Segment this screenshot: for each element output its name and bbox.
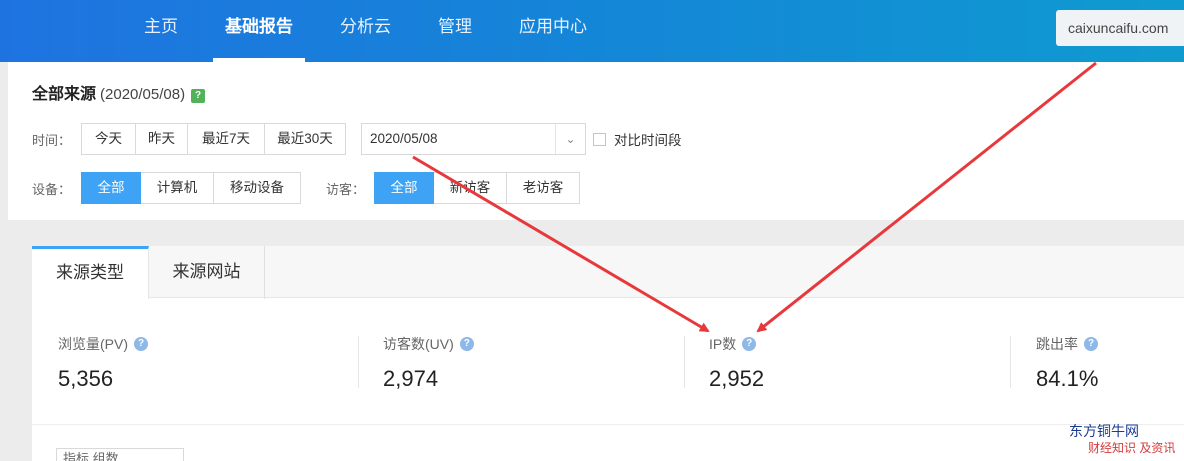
tabs-bar: 来源类型 来源网站 (32, 246, 1184, 299)
metric-uv-label: 访客数(UV) (383, 336, 454, 352)
device-label: 设备： (32, 182, 72, 197)
date-value: 2020/05/08 (370, 131, 438, 146)
metric-bounce-value: 84.1% (1036, 366, 1099, 391)
watermark-title: 东方铜牛网 (1069, 423, 1139, 439)
tab-source-type[interactable]: 来源类型 (32, 246, 149, 299)
metric-bounce: 跳出率? 84.1% (1036, 334, 1098, 392)
help-icon[interactable]: ? (1084, 337, 1098, 351)
device-all-button[interactable]: 全部 (81, 172, 141, 204)
chevron-down-icon[interactable]: ⌄ (555, 124, 585, 154)
device-group: 全部 计算机 移动设备 (81, 172, 301, 204)
compare-checkbox[interactable] (593, 132, 606, 146)
help-icon[interactable]: ? (191, 89, 206, 103)
nav-home[interactable]: 主页 (144, 0, 178, 62)
help-icon[interactable]: ? (742, 337, 757, 351)
top-nav: 主页 基础报告 分析云 管理 应用中心 caixuncaifu.com (0, 0, 1184, 62)
device-mobile-button[interactable]: 移动设备 (214, 172, 301, 204)
date-picker[interactable]: 2020/05/08 ⌄ (361, 123, 586, 155)
time-today-button[interactable]: 今天 (81, 123, 136, 155)
help-icon[interactable]: ? (459, 337, 474, 351)
visitor-old-button[interactable]: 老访客 (507, 172, 580, 204)
time-label: 时间： (32, 133, 72, 148)
time-30days-button[interactable]: 最近30天 (265, 123, 346, 155)
visitor-label: 访客： (326, 182, 366, 197)
metric-bounce-label: 跳出率 (1036, 336, 1078, 352)
watermark-subtitle: 财经知识 及资讯 (1088, 441, 1176, 455)
site-domain-selector[interactable]: caixuncaifu.com (1056, 10, 1184, 46)
metric-ip-value: 2,952 (709, 366, 765, 391)
time-7days-button[interactable]: 最近7天 (188, 123, 265, 155)
page-title: 全部来源 (2020/05/08)? (32, 80, 206, 104)
device-computer-button[interactable]: 计算机 (141, 172, 214, 204)
help-icon[interactable]: ? (134, 337, 148, 351)
nav-manage[interactable]: 管理 (438, 0, 472, 62)
metric-uv-value: 2,974 (383, 366, 439, 391)
source-title: 全部来源 (32, 86, 97, 103)
divider (32, 424, 1184, 425)
visitor-group: 全部 新访客 老访客 (374, 172, 580, 204)
metric-pv-value: 5,356 (58, 366, 114, 391)
report-date: (2020/05/08) (100, 86, 186, 103)
metric-ip-label: IP数 (709, 336, 737, 352)
visitor-new-button[interactable]: 新访客 (434, 172, 507, 204)
filter-panel: 全部来源 (2020/05/08)? 时间： 今天 昨天 最近7天 最近30天 2… (8, 62, 1184, 220)
metrics-card: 来源类型 来源网站 浏览量(PV)? 5,356 访客数(UV)? 2,974 … (32, 246, 1184, 461)
divider (1010, 336, 1011, 388)
divider (358, 336, 359, 388)
nav-analysis-cloud[interactable]: 分析云 (340, 0, 391, 62)
visitor-all-button[interactable]: 全部 (374, 172, 434, 204)
nav-basic-report[interactable]: 基础报告 (213, 0, 305, 62)
nav-app-center[interactable]: 应用中心 (519, 0, 587, 62)
time-yesterday-button[interactable]: 昨天 (136, 123, 188, 155)
metric-uv: 访客数(UV)? 2,974 (383, 334, 474, 392)
metric-pv: 浏览量(PV)? 5,356 (58, 334, 148, 392)
time-range-group: 今天 昨天 最近7天 最近30天 (81, 123, 346, 155)
compare-period[interactable]: 对比时间段 (593, 129, 682, 149)
compare-label: 对比时间段 (614, 133, 682, 148)
metric-pv-label: 浏览量(PV) (58, 336, 128, 352)
indicator-tabs-partial[interactable]: 指标 组数 (56, 448, 184, 461)
divider (684, 336, 685, 388)
tab-source-site[interactable]: 来源网站 (149, 246, 265, 299)
metric-ip: IP数? 2,952 (709, 334, 764, 392)
